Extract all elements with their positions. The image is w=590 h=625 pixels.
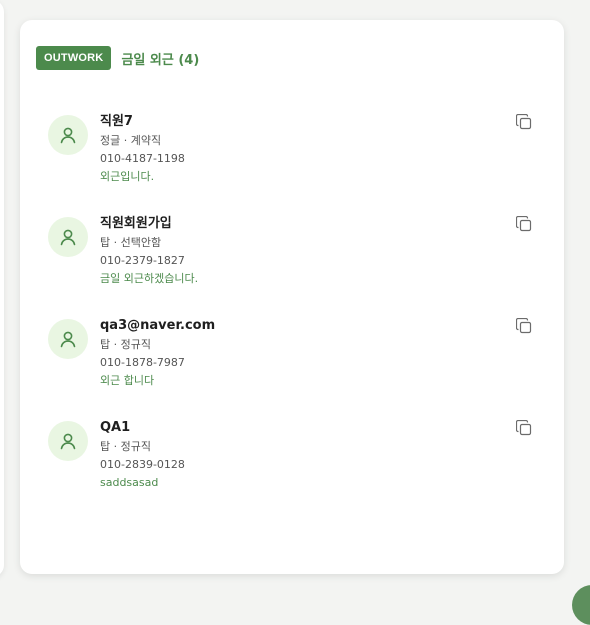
outwork-badge: OUTWORK bbox=[36, 46, 112, 70]
floating-action-edge bbox=[572, 585, 590, 625]
employee-info: QA1 탑 · 정규직 010-2839-0128 saddsasad bbox=[100, 420, 185, 492]
copy-icon bbox=[516, 216, 532, 232]
employee-dept: 정글 · 계약직 bbox=[100, 134, 162, 147]
employee-dept: 탑 · 정규직 bbox=[100, 338, 151, 351]
outwork-card: OUTWORK 금일 외근 (4) 직원7 정글 · 계약직 010-4187-… bbox=[20, 20, 564, 574]
employee-info: 직원7 정글 · 계약직 010-4187-1198 외근입니다. bbox=[100, 114, 185, 186]
copy-button[interactable] bbox=[514, 112, 534, 132]
employee-name: qa3@naver.com bbox=[100, 318, 216, 333]
employee-message: 외근 합니다 bbox=[100, 374, 155, 387]
employee-message: saddsasad bbox=[100, 476, 159, 489]
user-icon bbox=[60, 433, 76, 450]
user-icon bbox=[60, 127, 76, 144]
employee-row: QA1 탑 · 정규직 010-2839-0128 saddsasad bbox=[20, 420, 564, 522]
card-title: 금일 외근 (4) bbox=[121, 52, 200, 68]
copy-button[interactable] bbox=[514, 418, 534, 438]
card-header: OUTWORK 금일 외근 (4) bbox=[36, 46, 199, 70]
employee-name: 직원회원가입 bbox=[100, 216, 172, 231]
employee-dept: 탑 · 선택안함 bbox=[100, 236, 162, 249]
employee-phone: 010-4187-1198 bbox=[100, 152, 185, 165]
adjacent-panel-edge bbox=[0, 0, 4, 577]
employee-message: 금일 외근하겠습니다. bbox=[100, 272, 199, 285]
employee-dept: 탑 · 정규직 bbox=[100, 440, 151, 453]
copy-icon bbox=[516, 114, 532, 130]
employee-info: 직원회원가입 탑 · 선택안함 010-2379-1827 금일 외근하겠습니다… bbox=[100, 216, 198, 288]
avatar bbox=[48, 217, 88, 257]
employee-phone: 010-2839-0128 bbox=[100, 458, 185, 471]
avatar bbox=[48, 115, 88, 155]
employee-phone: 010-1878-7987 bbox=[100, 356, 185, 369]
employee-row: 직원7 정글 · 계약직 010-4187-1198 외근입니다. bbox=[20, 114, 564, 216]
employee-name: 직원7 bbox=[100, 114, 133, 129]
copy-icon bbox=[516, 420, 532, 436]
employee-phone: 010-2379-1827 bbox=[100, 254, 185, 267]
avatar bbox=[48, 421, 88, 461]
employee-list: 직원7 정글 · 계약직 010-4187-1198 외근입니다. 직원회원가입… bbox=[20, 114, 564, 522]
copy-button[interactable] bbox=[514, 316, 534, 336]
copy-button[interactable] bbox=[514, 214, 534, 234]
copy-icon bbox=[516, 318, 532, 334]
employee-name: QA1 bbox=[100, 420, 131, 435]
user-icon bbox=[60, 331, 76, 348]
employee-row: 직원회원가입 탑 · 선택안함 010-2379-1827 금일 외근하겠습니다… bbox=[20, 216, 564, 318]
employee-info: qa3@naver.com 탑 · 정규직 010-1878-7987 외근 합… bbox=[100, 318, 215, 390]
employee-message: 외근입니다. bbox=[100, 170, 155, 183]
employee-row: qa3@naver.com 탑 · 정규직 010-1878-7987 외근 합… bbox=[20, 318, 564, 420]
user-icon bbox=[60, 229, 76, 246]
avatar bbox=[48, 319, 88, 359]
